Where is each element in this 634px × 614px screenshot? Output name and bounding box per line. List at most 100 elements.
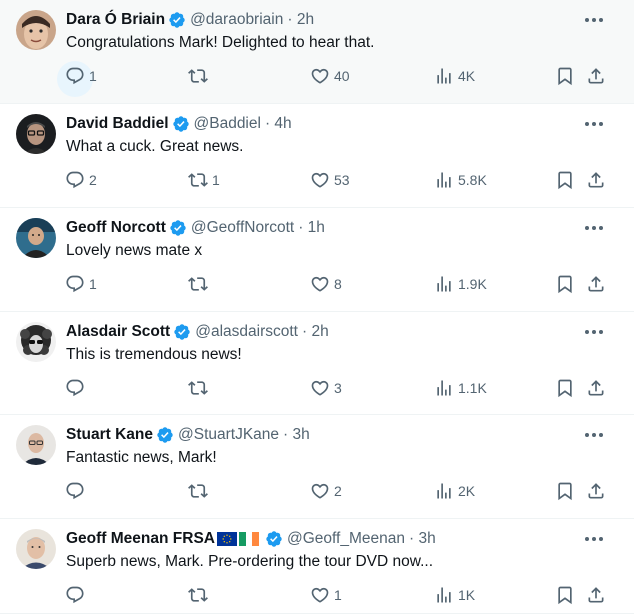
display-name[interactable]: Alasdair Scott (66, 321, 170, 343)
handle[interactable]: @GeoffNorcott (191, 217, 294, 239)
verified-badge-icon (157, 427, 173, 443)
display-name[interactable]: Stuart Kane (66, 424, 153, 446)
tweet[interactable]: Geoff Meenan FRSA @Geoff_Meenan · 3h Superb… (0, 519, 634, 614)
reply-button[interactable]: 1 (65, 270, 97, 298)
timestamp[interactable]: · 3h (409, 528, 436, 550)
view-count: 1.1K (458, 380, 487, 396)
heart-icon (311, 483, 329, 499)
reply-icon (66, 171, 84, 189)
retweet-button[interactable] (188, 374, 212, 402)
tweet[interactable]: David Baddiel @Baddiel · 4h What a cuck. Gr… (0, 104, 634, 208)
display-name[interactable]: David Baddiel (66, 113, 169, 135)
tweet-header: Geoff Meenan FRSA @Geoff_Meenan · 3h (66, 528, 586, 550)
share-button[interactable] (586, 477, 606, 505)
reply-button[interactable]: 1 (65, 62, 97, 90)
views-button[interactable]: 1.1K (434, 374, 487, 402)
retweet-count: 1 (212, 172, 220, 188)
like-button[interactable]: 8 (310, 270, 342, 298)
views-button[interactable]: 4K (434, 62, 475, 90)
action-bar: 1 40 4K (0, 61, 634, 97)
share-button[interactable] (586, 270, 606, 298)
share-button[interactable] (586, 166, 606, 194)
retweet-icon (188, 277, 208, 291)
display-name[interactable]: Dara Ó Briain (66, 9, 165, 31)
handle[interactable]: @Baddiel (194, 113, 261, 135)
timestamp[interactable]: · 1h (298, 217, 325, 239)
reply-button[interactable] (65, 581, 89, 609)
handle[interactable]: @daraobriain (190, 9, 283, 31)
more-options-icon[interactable] (582, 320, 606, 344)
avatar[interactable] (16, 10, 56, 50)
tweet[interactable]: Dara Ó Briain @daraobriain · 2h Congratulat… (0, 0, 634, 104)
views-button[interactable]: 2K (434, 477, 475, 505)
retweet-button[interactable]: 1 (188, 166, 220, 194)
like-button[interactable]: 53 (310, 166, 350, 194)
display-name[interactable]: Geoff Norcott (66, 217, 166, 239)
retweet-button[interactable] (188, 581, 212, 609)
like-count: 1 (334, 587, 342, 603)
tweet[interactable]: Geoff Norcott @GeoffNorcott · 1h Lovely new… (0, 208, 634, 312)
avatar[interactable] (16, 322, 56, 362)
share-button[interactable] (586, 581, 606, 609)
retweet-icon (188, 173, 208, 187)
reply-button[interactable] (65, 477, 89, 505)
timestamp[interactable]: · 4h (265, 113, 292, 135)
reply-button[interactable]: 2 (65, 166, 97, 194)
verified-badge-icon (172, 116, 189, 132)
retweet-button[interactable] (188, 62, 212, 90)
ireland-flag-icon (238, 532, 259, 546)
verified-badge-icon (266, 531, 282, 547)
tweet[interactable]: Alasdair Scott @alasdairscott · 2h This is … (0, 312, 634, 415)
bookmark-button[interactable] (555, 477, 575, 505)
more-options-icon[interactable] (582, 527, 606, 551)
handle[interactable]: @StuartJKane (178, 424, 279, 446)
views-button[interactable]: 1.9K (434, 270, 487, 298)
share-button[interactable] (586, 374, 606, 402)
tweet[interactable]: Stuart Kane @StuartJKane · 3h Fantastic new… (0, 415, 634, 519)
view-count: 1.9K (458, 276, 487, 292)
reply-icon (66, 67, 84, 85)
name-flags (216, 532, 259, 546)
more-options-icon[interactable] (582, 423, 606, 447)
timestamp[interactable]: · 2h (287, 9, 314, 31)
action-bar: 3 1.1K (0, 374, 634, 402)
verified-badge-icon (170, 220, 186, 236)
tweet-text: This is tremendous news! (66, 346, 242, 363)
tweet-header: Alasdair Scott @alasdairscott · 2h (66, 321, 586, 343)
like-count: 8 (334, 276, 342, 292)
view-count: 5.8K (458, 172, 487, 188)
handle[interactable]: @alasdairscott (195, 321, 298, 343)
retweet-button[interactable] (188, 477, 212, 505)
handle[interactable]: @Geoff_Meenan (287, 528, 405, 550)
bookmark-button[interactable] (555, 581, 575, 609)
display-name[interactable]: Geoff Meenan FRSA (66, 528, 215, 550)
like-button[interactable]: 3 (310, 374, 342, 402)
bookmark-button[interactable] (555, 62, 575, 90)
reply-button[interactable] (65, 374, 89, 402)
like-button[interactable]: 1 (310, 581, 342, 609)
bookmark-button[interactable] (555, 270, 575, 298)
avatar[interactable] (16, 529, 56, 569)
avatar[interactable] (16, 218, 56, 258)
share-icon (588, 483, 604, 499)
like-count: 40 (334, 68, 350, 84)
more-options-icon[interactable] (582, 8, 606, 32)
views-chart-icon (437, 68, 451, 84)
views-button[interactable]: 1K (434, 581, 475, 609)
timestamp[interactable]: · 3h (283, 424, 310, 446)
like-count: 3 (334, 380, 342, 396)
share-button[interactable] (586, 62, 606, 90)
timestamp[interactable]: · 2h (302, 321, 329, 343)
retweet-button[interactable] (188, 270, 212, 298)
retweet-icon (188, 588, 208, 602)
avatar[interactable] (16, 114, 56, 154)
share-icon (588, 68, 604, 84)
views-button[interactable]: 5.8K (434, 166, 487, 194)
like-button[interactable]: 2 (310, 477, 342, 505)
more-options-icon[interactable] (582, 112, 606, 136)
bookmark-button[interactable] (555, 166, 575, 194)
like-button[interactable]: 40 (310, 62, 350, 90)
bookmark-button[interactable] (555, 374, 575, 402)
more-options-icon[interactable] (582, 216, 606, 240)
avatar[interactable] (16, 425, 56, 465)
